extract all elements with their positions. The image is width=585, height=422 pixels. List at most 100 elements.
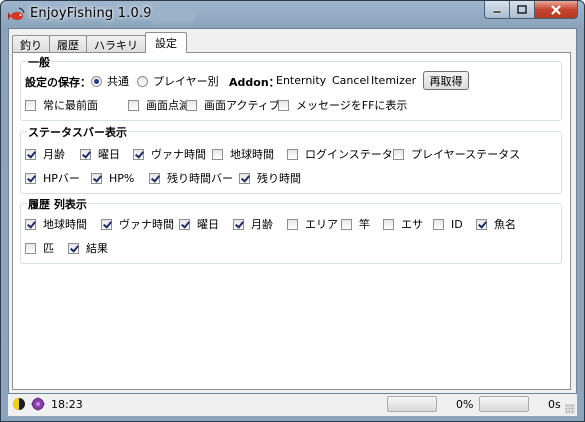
hc-earth-time-label: 地球時間 [43,218,87,231]
checkbox-box [341,218,352,230]
checkbox-box [101,218,112,230]
hc-count-checkbox[interactable]: 匹 [25,240,54,256]
hc-rod-label: 竿 [359,218,370,231]
general-group: 一般 設定の保存： 共通 プレイヤー別 Addon： Enternity Can… [20,54,562,121]
sb-hp-percent-checkbox[interactable]: HP% [91,170,134,186]
hc-count-label: 匹 [43,242,54,255]
sb-player-status-checkbox[interactable]: プレイヤーステータス [393,146,520,162]
sb-hp-bar-checkbox[interactable]: HPバー [25,170,80,186]
checkbox-box [80,148,91,160]
sb-moon-phase-checkbox[interactable]: 月齢 [25,146,65,162]
history-columns-group: 履歴 列表示 地球時間 ヴァナ時間 曜日 月齢 エリア 竿 エサ ID 魚名 匹… [20,196,562,264]
radio-indicator [91,75,102,87]
checkbox-box [128,99,139,111]
hc-weekday-label: 曜日 [197,218,219,231]
checkbox-box [239,172,250,184]
radio-indicator [137,75,148,87]
vana-time-text: 18:23 [51,398,83,411]
client-area: 釣り 履歴 ハラキリ 設定 一般 設定の保存： 共通 プレイヤー別 Addon：… [8,28,577,394]
refetch-button[interactable]: 再取得 [423,71,469,90]
hp-percent-text: 0% [456,398,474,411]
checkbox-box [287,218,298,230]
sb-vana-time-checkbox[interactable]: ヴァナ時間 [133,146,206,162]
screen-active-label: 画面アクティブ [204,99,280,112]
settings-panel: 一般 設定の保存： 共通 プレイヤー別 Addon： Enternity Can… [12,52,571,390]
hc-earth-time-checkbox[interactable]: 地球時間 [25,216,87,232]
tab-settings[interactable]: 設定 [145,32,187,53]
screen-flash-checkbox[interactable]: 画面点滅 [128,97,190,113]
message-to-ff-checkbox[interactable]: メッセージをFFに表示 [278,97,407,113]
save-common-label: 共通 [107,75,129,88]
sb-moon-phase-label: 月齢 [43,148,65,161]
checkbox-box [149,172,160,184]
app-window: EnjoyFishing 1.0.9 釣り 履歴 ハラキリ 設定 一般 設定の保… [0,0,585,422]
checkbox-box [25,242,36,254]
sb-earth-time-checkbox[interactable]: 地球時間 [212,146,274,162]
always-on-top-label: 常に最前面 [43,99,98,112]
hc-result-label: 結果 [86,242,108,255]
hc-area-checkbox[interactable]: エリア [287,216,338,232]
status-bar: 18:23 0% 0s [8,394,577,416]
hc-result-checkbox[interactable]: 結果 [68,240,108,256]
hc-moon-phase-checkbox[interactable]: 月齢 [233,216,273,232]
checkbox-box [68,242,79,254]
save-per-player-radio[interactable]: プレイヤー別 [137,73,219,89]
hc-weekday-checkbox[interactable]: 曜日 [179,216,219,232]
checkbox-box [91,172,102,184]
checkbox-box [433,218,444,230]
addon-label: Addon： [229,76,280,89]
checkbox-box [133,148,144,160]
sb-weekday-checkbox[interactable]: 曜日 [80,146,120,162]
sb-weekday-label: 曜日 [98,148,120,161]
hc-id-checkbox[interactable]: ID [433,216,463,232]
sb-remaining-time-checkbox[interactable]: 残り時間 [239,170,301,186]
checkbox-box [186,99,197,111]
hc-fish-name-checkbox[interactable]: 魚名 [476,216,516,232]
sb-hp-percent-label: HP% [109,171,135,185]
tab-history[interactable]: 履歴 [49,35,87,53]
save-common-radio[interactable]: 共通 [91,73,129,89]
tab-fishing[interactable]: 釣り [12,35,50,53]
statusbar-display-title: ステータスバー表示 [27,124,128,140]
addon-itemizer: Itemizer [371,74,417,87]
remaining-time-text: 0s [548,398,561,411]
fishing-app-icon [8,7,25,20]
checkbox-box [25,172,36,184]
hc-area-label: エリア [305,218,338,231]
hc-bait-checkbox[interactable]: エサ [383,216,423,232]
sb-remaining-bar-label: 残り時間バー [167,172,233,185]
save-per-player-label: プレイヤー別 [153,75,219,88]
statusbar-display-group: ステータスバー表示 月齢 曜日 ヴァナ時間 地球時間 ログインステータス プレイ… [20,124,562,194]
screen-flash-label: 画面点滅 [146,99,190,112]
tab-harakiri[interactable]: ハラキリ [86,35,146,53]
hp-progress-bar [387,396,437,412]
screen-active-checkbox[interactable]: 画面アクティブ [186,97,280,113]
maximize-button[interactable] [510,1,535,19]
hc-rod-checkbox[interactable]: 竿 [341,216,370,232]
sb-remaining-bar-checkbox[interactable]: 残り時間バー [149,170,233,186]
weekday-icon [31,397,45,411]
title-redacted-region [151,8,195,23]
sb-login-status-checkbox[interactable]: ログインステータス [287,146,404,162]
sb-vana-time-label: ヴァナ時間 [151,148,206,161]
sb-remaining-time-label: 残り時間 [257,172,301,185]
always-on-top-checkbox[interactable]: 常に最前面 [25,97,98,113]
general-group-title: 一般 [27,54,51,70]
message-to-ff-label: メッセージをFFに表示 [296,99,408,112]
resize-grip[interactable] [565,404,575,414]
checkbox-box [287,148,298,160]
moon-phase-icon [13,398,25,410]
sb-player-status-label: プレイヤーステータス [411,148,521,161]
sb-login-status-label: ログインステータス [305,148,404,161]
title-bar[interactable]: EnjoyFishing 1.0.9 [1,1,584,28]
hc-vana-time-checkbox[interactable]: ヴァナ時間 [101,216,174,232]
window-title: EnjoyFishing 1.0.9 [30,6,152,21]
minimize-icon [492,10,502,13]
close-button[interactable] [535,1,578,19]
hc-fish-name-label: 魚名 [494,218,516,231]
checkbox-box [278,99,289,111]
minimize-button[interactable] [484,1,510,19]
checkbox-box [383,218,394,230]
hc-vana-time-label: ヴァナ時間 [119,218,174,231]
checkbox-box [25,218,36,230]
